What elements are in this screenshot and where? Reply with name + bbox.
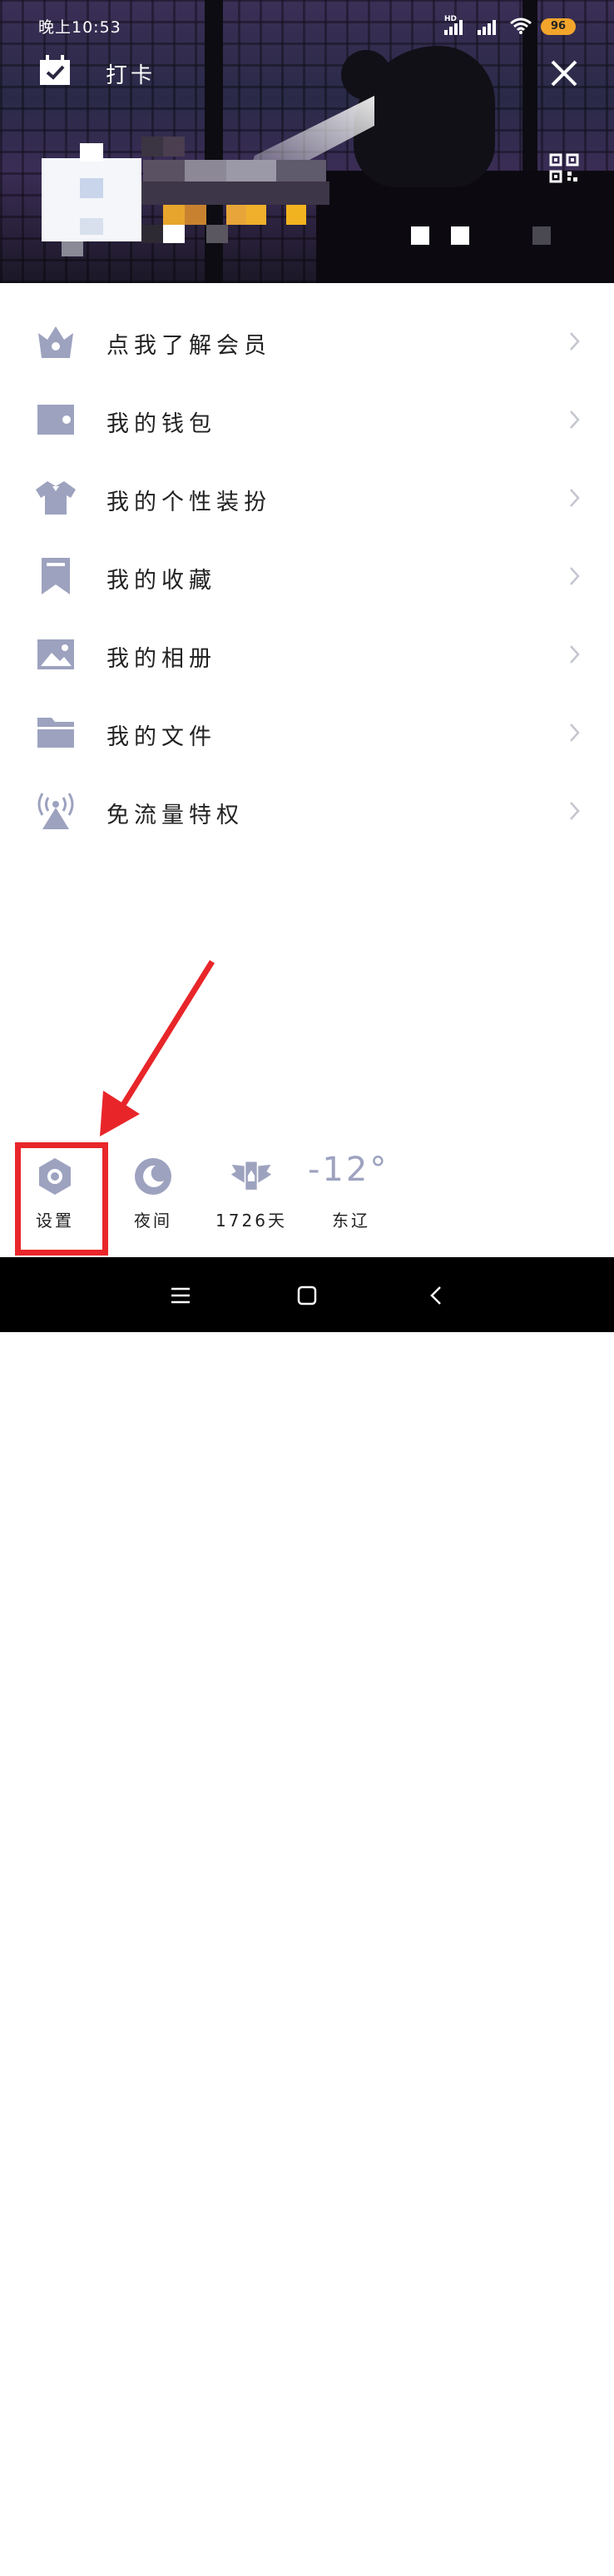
menu-item-label: 点我了解会员 [106, 333, 271, 359]
profile-header[interactable]: 晚上10:53 HD 96 打卡 [0, 0, 614, 283]
menu-item-label: 免流量特权 [106, 803, 244, 828]
menu-item-favorites[interactable]: 我的收藏 [0, 540, 614, 618]
menu-icon[interactable] [170, 1285, 191, 1306]
menu-item-theme[interactable]: 我的个性装扮 [0, 461, 614, 540]
watermark-url: jingyan.baidu.com [466, 2564, 566, 2576]
signal-icon [444, 18, 466, 35]
menu-item-label: 我的收藏 [106, 568, 216, 594]
status-time: 晚上10:53 [38, 18, 121, 37]
wifi-icon [510, 17, 532, 34]
streak-days-label: 1726天 [215, 1211, 287, 1231]
back-icon[interactable] [426, 1285, 448, 1306]
close-icon[interactable] [549, 58, 579, 88]
checkin-label[interactable]: 打卡 [106, 58, 156, 89]
moon-icon [135, 1158, 171, 1195]
signal-tower-icon [37, 793, 74, 829]
status-bar: 晚上10:53 HD 96 [0, 0, 614, 52]
weather-temperature: -12° [308, 1151, 389, 1189]
home-icon[interactable] [296, 1285, 318, 1306]
system-nav-bar: Baidu经验 jingyan.baidu.com [0, 1257, 614, 2576]
menu-item-album[interactable]: 我的相册 [0, 618, 614, 696]
annotation-arrow [100, 960, 215, 1136]
signal-icon [478, 18, 499, 35]
chevron-right-icon [570, 724, 580, 742]
chevron-right-icon [570, 489, 580, 507]
night-label: 夜间 [134, 1211, 172, 1231]
menu-item-wallet[interactable]: 我的钱包 [0, 383, 614, 461]
winged-badge-icon [230, 1161, 272, 1190]
chevron-right-icon [570, 332, 580, 351]
streak-days-button[interactable]: 1726天 [210, 1156, 293, 1231]
photo-icon [37, 639, 74, 669]
night-mode-button[interactable]: 夜间 [111, 1156, 195, 1231]
menu-item-free-data[interactable]: 免流量特权 [0, 774, 614, 853]
menu-list: 点我了解会员 我的钱包 我的个性装扮 我的收藏 我的相册 我的文件 免流量特权 [0, 305, 614, 853]
menu-item-label: 我的钱包 [106, 411, 216, 437]
annotation-highlight-box [15, 1142, 108, 1256]
menu-item-vip[interactable]: 点我了解会员 [0, 305, 614, 383]
chevron-right-icon [570, 645, 580, 664]
chevron-right-icon [570, 802, 580, 820]
shirt-icon [36, 481, 76, 515]
battery-indicator: 96 [541, 18, 576, 35]
watermark-brand: Baidu经验 [466, 2538, 579, 2563]
crown-icon [38, 326, 73, 358]
menu-item-label: 我的文件 [106, 724, 216, 750]
menu-item-label: 我的相册 [106, 646, 216, 672]
chevron-right-icon [570, 567, 580, 585]
weather-location: 东辽 [332, 1211, 370, 1231]
folder-icon [37, 718, 74, 748]
background-photo [341, 50, 391, 100]
calendar-check-icon[interactable] [38, 55, 72, 87]
menu-item-files[interactable]: 我的文件 [0, 696, 614, 774]
watermark: Baidu经验 jingyan.baidu.com [466, 2533, 578, 2576]
menu-item-label: 我的个性装扮 [106, 490, 271, 515]
qr-code-icon[interactable] [549, 153, 579, 183]
chevron-right-icon [570, 410, 580, 429]
wallet-icon [37, 405, 74, 435]
bookmark-icon [42, 558, 70, 594]
